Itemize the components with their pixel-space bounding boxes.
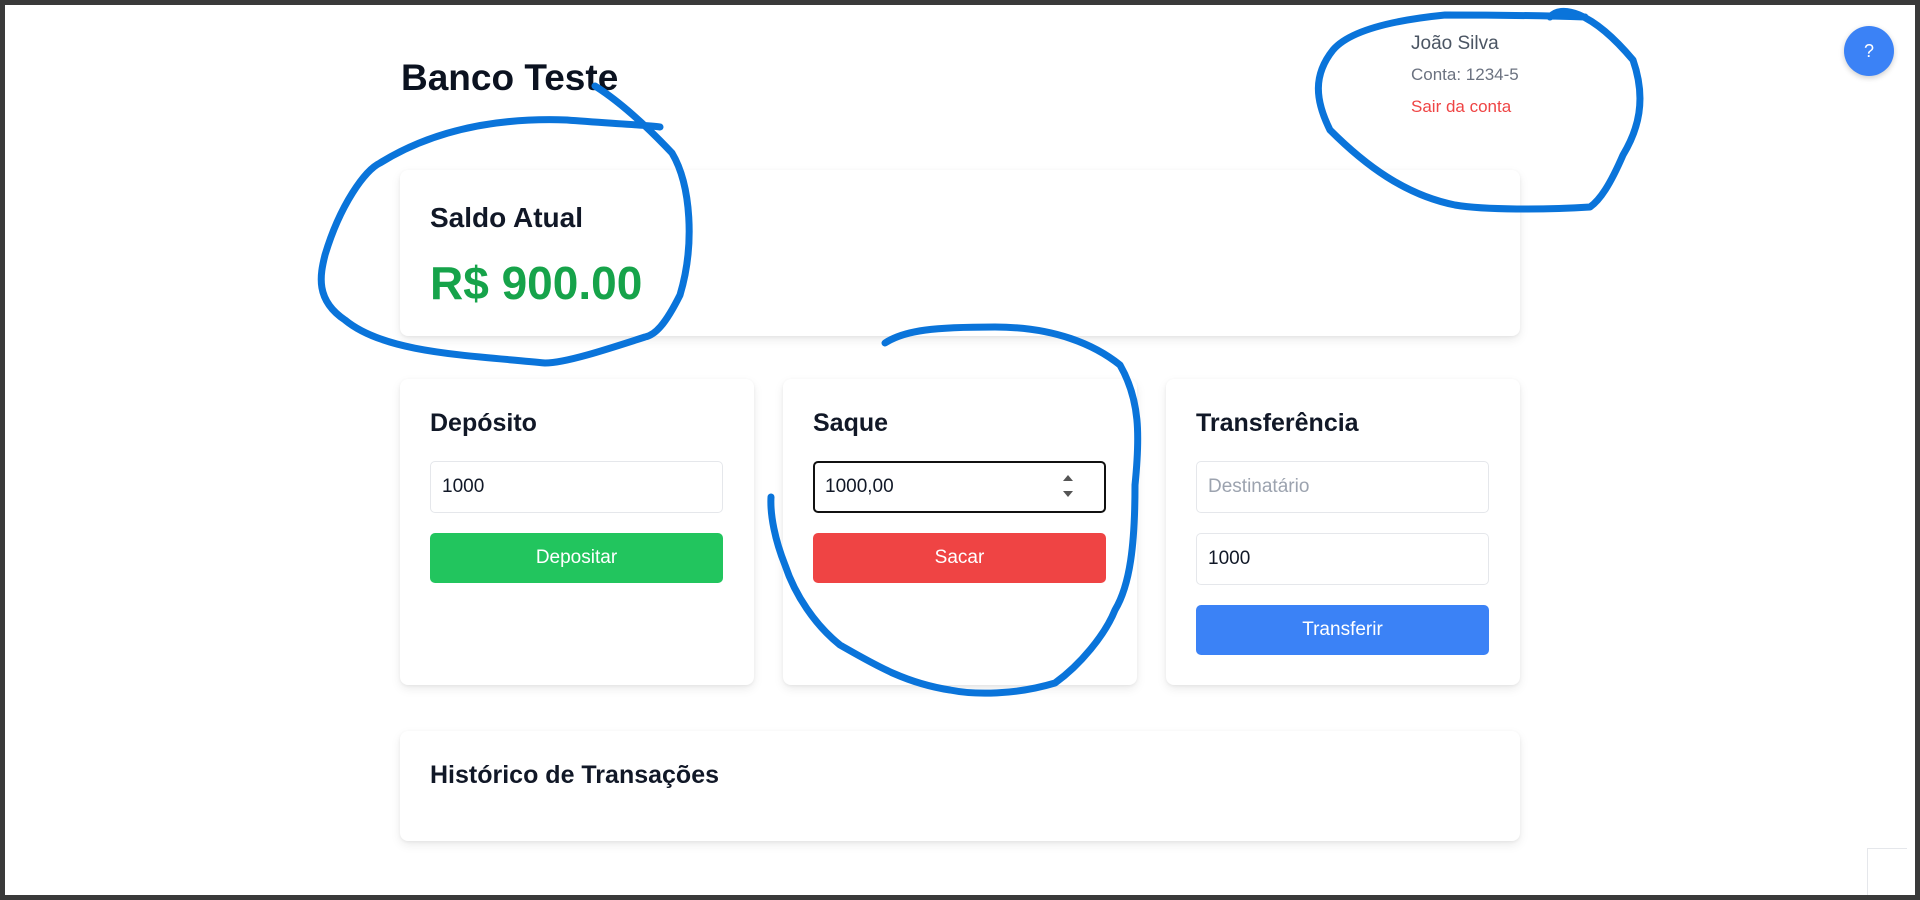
- question-mark-icon: ?: [1863, 40, 1874, 61]
- withdraw-title: Saque: [813, 409, 889, 437]
- spinner-down-icon[interactable]: [1063, 491, 1073, 497]
- user-name: João Silva: [1411, 33, 1499, 54]
- transfer-recipient-input[interactable]: [1196, 461, 1489, 513]
- help-button[interactable]: ?: [1844, 26, 1894, 76]
- spinner-up-icon[interactable]: [1063, 475, 1073, 481]
- logout-link[interactable]: Sair da conta: [1411, 97, 1519, 117]
- deposit-title: Depósito: [430, 409, 537, 437]
- corner-widget: [1867, 848, 1907, 895]
- transfer-button[interactable]: Transferir: [1196, 605, 1489, 655]
- number-spinner[interactable]: [1061, 475, 1075, 497]
- withdraw-card: Saque Sacar: [783, 379, 1137, 685]
- app-viewport: Banco Teste João Silva Conta: 1234-5 Sai…: [5, 5, 1915, 895]
- user-info: João Silva Conta: 1234-5 Sair da conta: [1411, 33, 1519, 117]
- page-title: Banco Teste: [401, 57, 619, 98]
- transfer-card: Transferência Transferir: [1166, 379, 1520, 685]
- deposit-card: Depósito Depositar: [400, 379, 754, 685]
- deposit-amount-input[interactable]: [430, 461, 723, 513]
- transfer-title: Transferência: [1196, 409, 1359, 437]
- transfer-amount-input[interactable]: [1196, 533, 1489, 585]
- transaction-history-card: Histórico de Transações: [400, 731, 1520, 841]
- user-account-number: Conta: 1234-5: [1411, 65, 1519, 84]
- history-title: Histórico de Transações: [430, 761, 720, 789]
- balance-label: Saldo Atual: [430, 202, 583, 233]
- balance-card: Saldo Atual R$ 900.00: [400, 170, 1520, 336]
- deposit-button[interactable]: Depositar: [430, 533, 723, 583]
- withdraw-button[interactable]: Sacar: [813, 533, 1106, 583]
- balance-value: R$ 900.00: [430, 257, 643, 309]
